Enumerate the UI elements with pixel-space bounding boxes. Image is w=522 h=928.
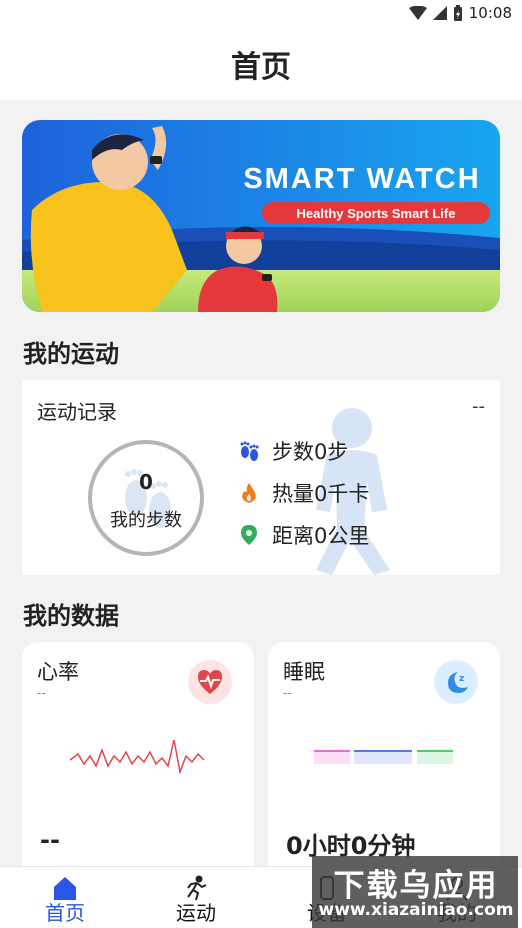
svg-text:z: z xyxy=(459,674,464,684)
watermark-overlay: 下载乌应用 www.xiazainiao.com xyxy=(312,856,518,928)
heart-rate-waveform xyxy=(69,739,205,775)
banner-illustration: SMART WATCH Healthy Sports Smart Life xyxy=(22,120,500,312)
sleep-title: 睡眠 xyxy=(283,660,325,684)
banner-headline: SMART WATCH xyxy=(243,163,480,195)
stat-row-calories: 热量0千卡 xyxy=(238,478,369,508)
stat-calories-text: 热量0千卡 xyxy=(272,482,370,506)
smart-watch-banner[interactable]: SMART WATCH Healthy Sports Smart Life xyxy=(22,120,500,312)
status-time: 10:08 xyxy=(468,4,512,22)
moon-zz-icon: z xyxy=(434,660,478,704)
steps-ring: 0 我的步数 xyxy=(88,440,204,556)
heart-rate-value: -- xyxy=(40,826,60,854)
nav-label-home: 首页 xyxy=(45,901,85,925)
sleep-subtitle: -- xyxy=(283,686,292,700)
heart-rate-card[interactable]: 心率 -- -- xyxy=(22,642,254,882)
battery-icon xyxy=(453,5,462,21)
stat-distance-text: 距离0公里 xyxy=(272,524,370,548)
wifi-icon xyxy=(408,6,427,20)
sleep-bar-awake xyxy=(417,750,453,764)
watermark-url: www.xiazainiao.com xyxy=(318,900,514,920)
steps-value: 0 xyxy=(139,470,153,494)
section-title-my-data: 我的数据 xyxy=(23,602,119,630)
nav-item-sport[interactable]: 运动 xyxy=(151,867,241,928)
page-title: 首页 xyxy=(231,50,291,85)
sleep-bar-deep xyxy=(314,750,350,764)
exercise-record-title: 运动记录 xyxy=(37,400,117,424)
steps-label: 我的步数 xyxy=(110,510,182,531)
heart-rate-subtitle: -- xyxy=(37,686,46,700)
flame-icon xyxy=(242,483,256,503)
location-pin-icon xyxy=(241,525,257,545)
exercise-record-corner-value: -- xyxy=(472,396,485,417)
sleep-card[interactable]: 睡眠 -- z 0小时0分钟 xyxy=(268,642,500,882)
watermark-title: 下载乌应用 xyxy=(333,868,499,904)
stat-row-steps: 步数0步 xyxy=(238,436,348,466)
signal-icon xyxy=(432,6,447,20)
sleep-bar-light xyxy=(354,750,412,764)
banner-tagline: Healthy Sports Smart Life xyxy=(297,206,456,221)
status-icons: 10:08 xyxy=(408,4,512,22)
footprints-icon xyxy=(240,441,259,461)
exercise-record-card[interactable]: 运动记录 -- 0 我的步数 步数0步 热量0千卡 距离0公里 xyxy=(22,380,500,575)
section-title-my-sport: 我的运动 xyxy=(23,340,119,368)
stat-steps-text: 步数0步 xyxy=(272,440,349,464)
stat-row-distance: 距离0公里 xyxy=(238,520,369,550)
status-bar: 10:08 xyxy=(0,0,522,28)
app-header: 首页 xyxy=(0,28,522,100)
heart-pulse-icon xyxy=(188,660,232,704)
nav-label-sport: 运动 xyxy=(176,901,216,925)
nav-item-home[interactable]: 首页 xyxy=(20,867,110,928)
heart-rate-title: 心率 xyxy=(37,660,79,684)
